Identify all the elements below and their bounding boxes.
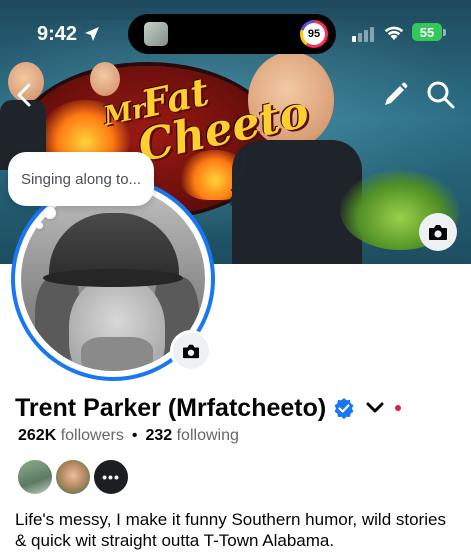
battery-cap: [443, 29, 446, 36]
followers-link[interactable]: 262K followers: [18, 427, 124, 444]
friend-avatar[interactable]: [16, 458, 54, 496]
island-app-thumbnail: [144, 22, 168, 46]
back-icon[interactable]: [10, 80, 40, 110]
battery-indicator: 55: [412, 23, 442, 41]
note-bubble-tail-small: [36, 222, 43, 229]
status-time: 9:42: [37, 23, 78, 45]
profile-picture-camera-button[interactable]: [173, 333, 209, 369]
location-arrow-icon: [85, 27, 99, 41]
more-friends-button[interactable]: •••: [92, 458, 130, 496]
profile-stats: 262K followers • 232 following: [18, 427, 239, 445]
activity-ring-value: 95: [303, 23, 325, 45]
avatar-beard: [81, 337, 153, 371]
avatar-cap-brim: [43, 269, 183, 287]
camera-icon: [429, 225, 447, 240]
verified-badge-icon: [334, 398, 354, 419]
notification-dot: [395, 405, 402, 411]
note-bubble-tail-large: [44, 207, 56, 219]
dynamic-island[interactable]: 95: [128, 14, 336, 54]
profile-note-text: Singing along to...: [20, 170, 142, 188]
camera-icon: [183, 344, 199, 359]
followers-count: 262K: [18, 427, 57, 444]
profile-name-row: Trent Parker (Mrfatcheeto): [15, 392, 402, 424]
activity-ring: 95: [300, 20, 328, 48]
following-label: following: [176, 427, 239, 444]
profile-name: Trent Parker (Mrfatcheeto): [15, 393, 327, 422]
more-friends-label: •••: [102, 469, 120, 485]
following-link[interactable]: 232 following: [145, 427, 238, 444]
followers-label: followers: [60, 427, 124, 444]
following-count: 232: [145, 427, 173, 444]
edit-pencil-icon[interactable]: [380, 80, 410, 110]
friend-avatar[interactable]: [54, 458, 92, 496]
chevron-down-icon[interactable]: [365, 398, 385, 418]
search-icon[interactable]: [425, 79, 457, 111]
battery-level: 55: [419, 24, 435, 40]
cover-camera-button[interactable]: [419, 213, 457, 251]
profile-bio: Life's messy, I make it funny Southern h…: [15, 510, 446, 550]
profile-note-bubble[interactable]: Singing along to...: [8, 152, 154, 206]
stats-separator: •: [131, 427, 138, 444]
wifi-icon: [384, 26, 404, 40]
